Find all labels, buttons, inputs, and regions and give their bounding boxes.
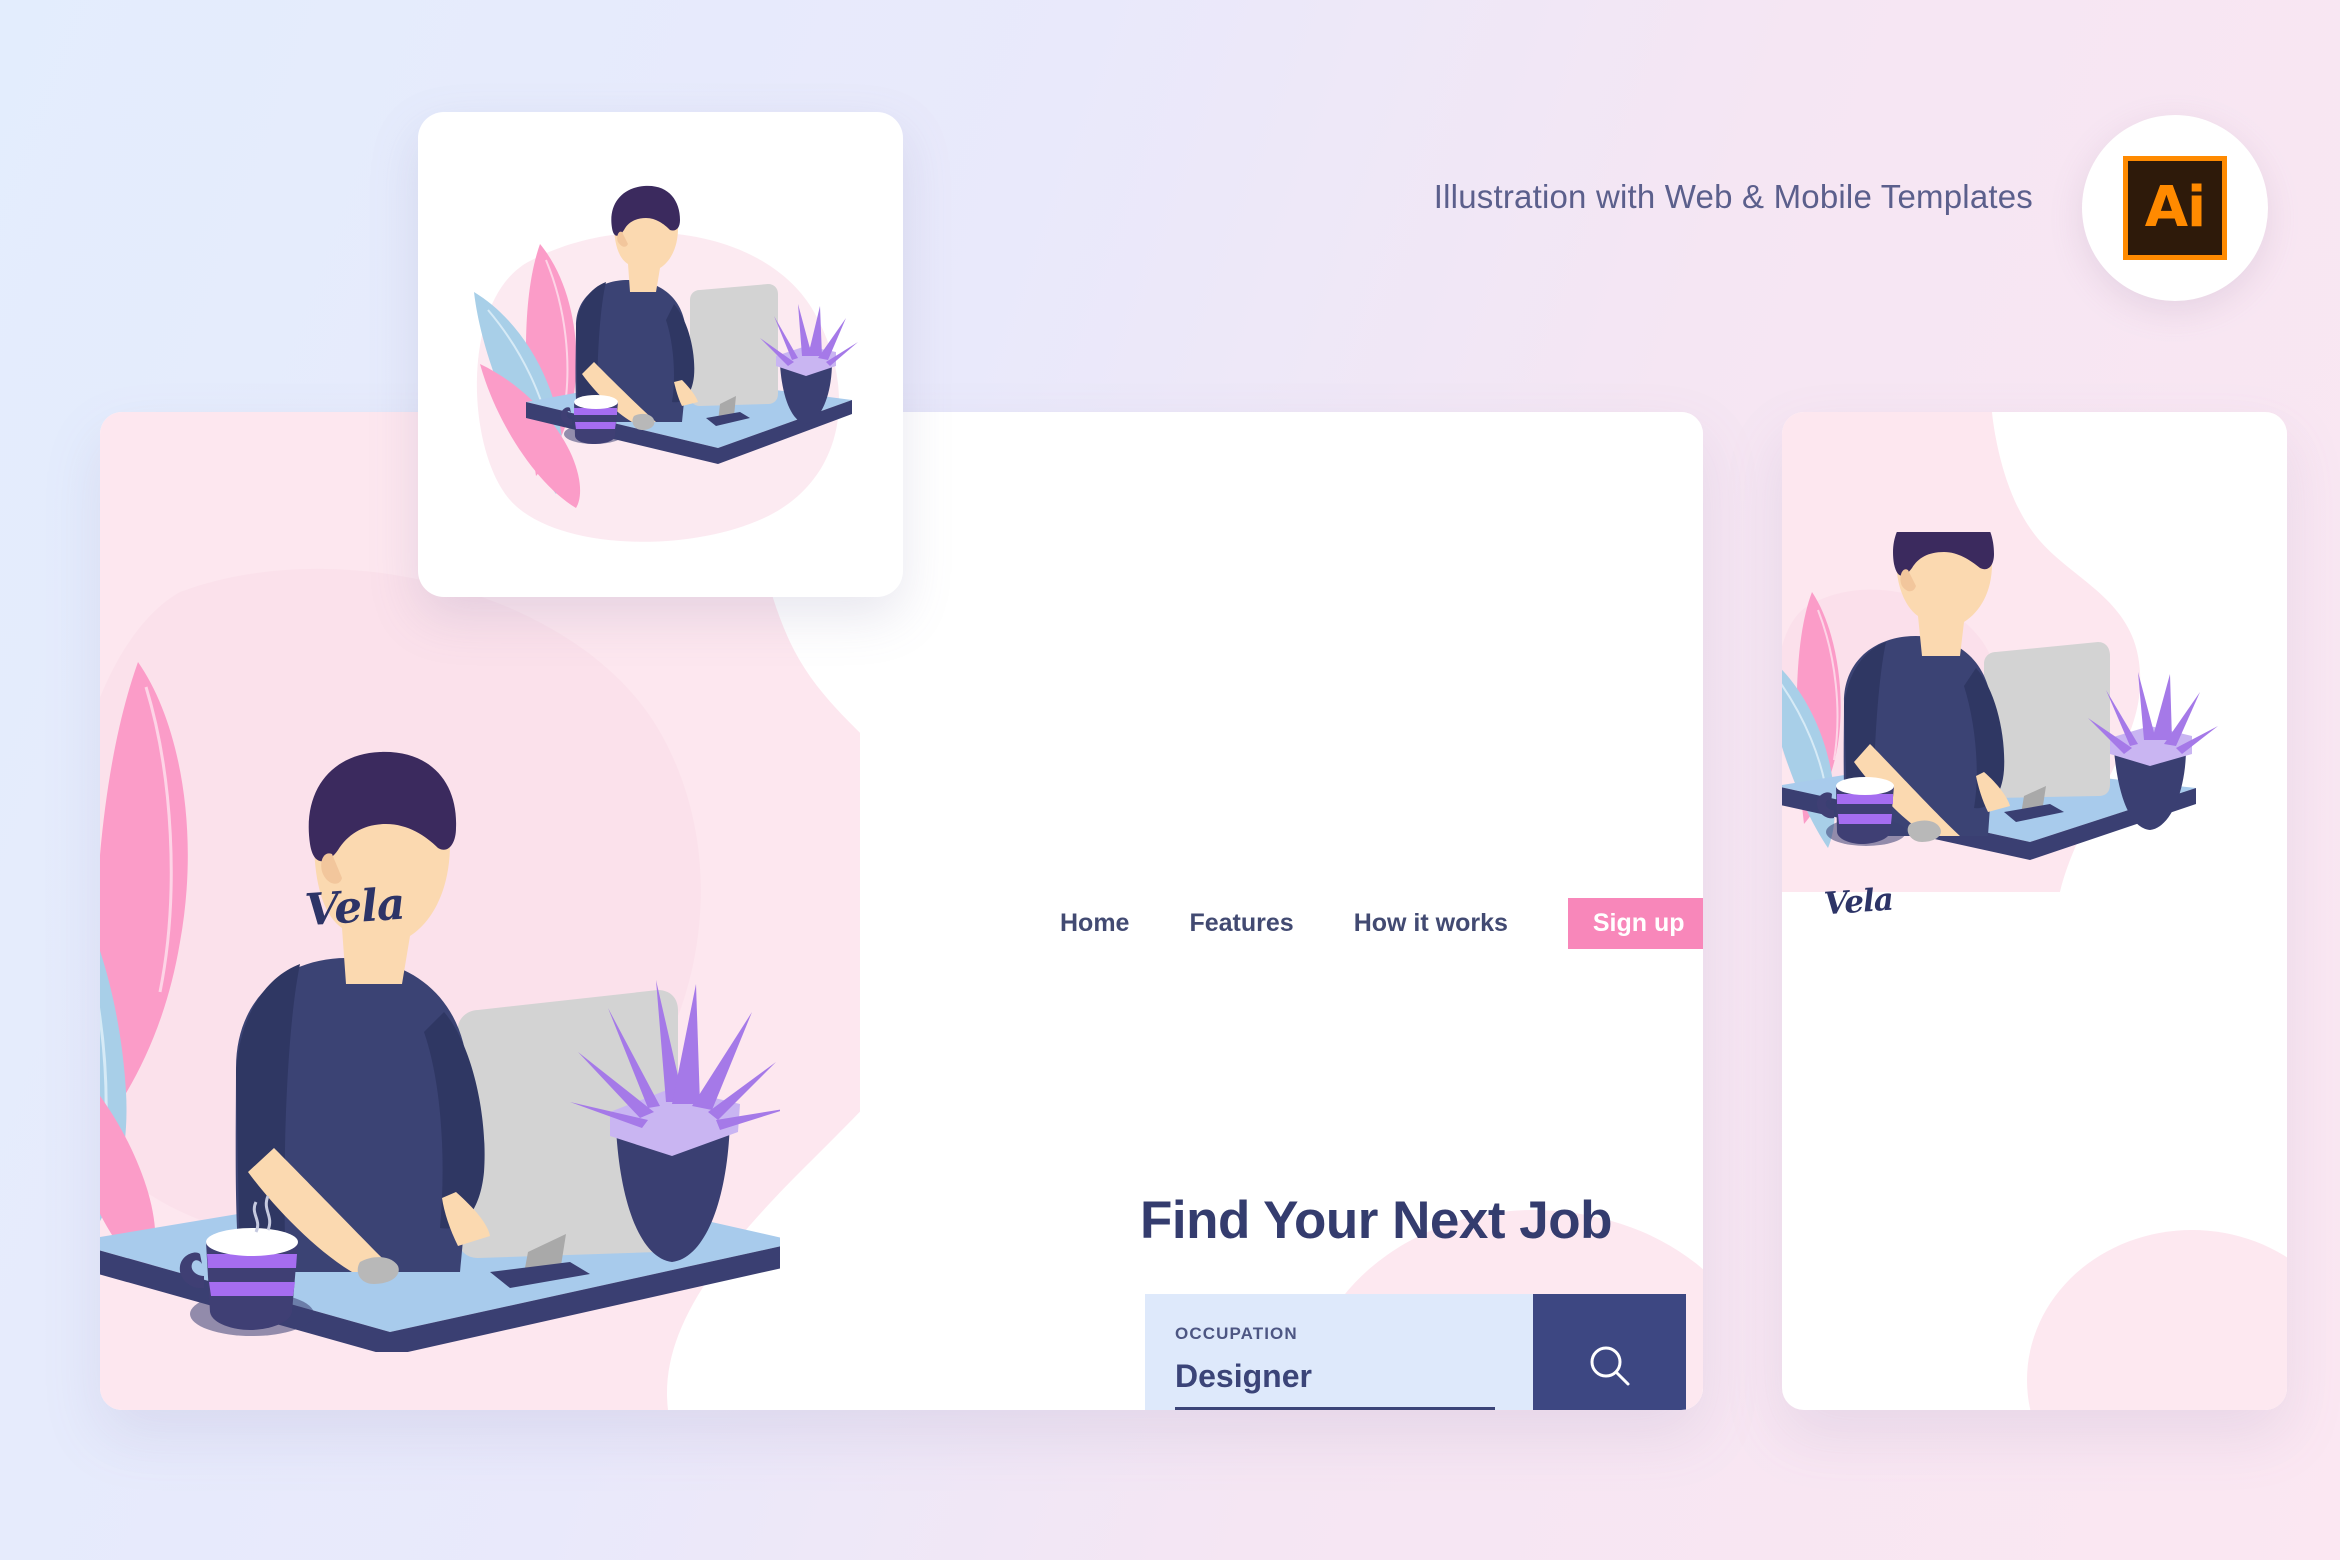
main-nav: Home Features How it works Sign up	[1060, 898, 1703, 949]
brand-logo[interactable]: Vela	[303, 879, 406, 937]
mobile-decorative-blob	[2027, 1230, 2287, 1410]
occupation-field[interactable]: OCCUPATION Designer	[1145, 1294, 1533, 1410]
occupation-label: OCCUPATION	[1175, 1324, 1298, 1343]
search-button[interactable]	[1533, 1294, 1686, 1410]
man-at-desk-illustration-small	[474, 185, 858, 542]
mobile-brand-logo[interactable]: Vela	[1823, 882, 1894, 923]
nav-item-features[interactable]: Features	[1189, 909, 1293, 938]
page-title: Illustration with Web & Mobile Templates	[1433, 178, 2033, 215]
adobe-illustrator-badge: Ai	[2082, 115, 2268, 301]
mobile-mockup-card: Vela Find Your Next Job OCCUPATION Desig…	[1782, 412, 2287, 1410]
field-underline	[1175, 1407, 1495, 1410]
hero-heading: Find Your Next Job	[1140, 1191, 1612, 1250]
nav-item-home[interactable]: Home	[1060, 909, 1129, 938]
man-at-desk-illustration-mobile	[1782, 532, 2218, 860]
job-search-widget: OCCUPATION Designer	[1145, 1294, 1686, 1410]
floating-illustration-card	[418, 112, 903, 597]
adobe-illustrator-label: Ai	[2144, 175, 2207, 240]
adobe-illustrator-icon: Ai	[2123, 156, 2227, 260]
nav-item-how-it-works[interactable]: How it works	[1354, 909, 1508, 938]
search-icon	[1590, 1346, 1629, 1386]
occupation-input[interactable]: Designer	[1175, 1358, 1503, 1395]
sign-up-button[interactable]: Sign up	[1567, 898, 1703, 949]
man-at-desk-illustration	[100, 568, 780, 1352]
